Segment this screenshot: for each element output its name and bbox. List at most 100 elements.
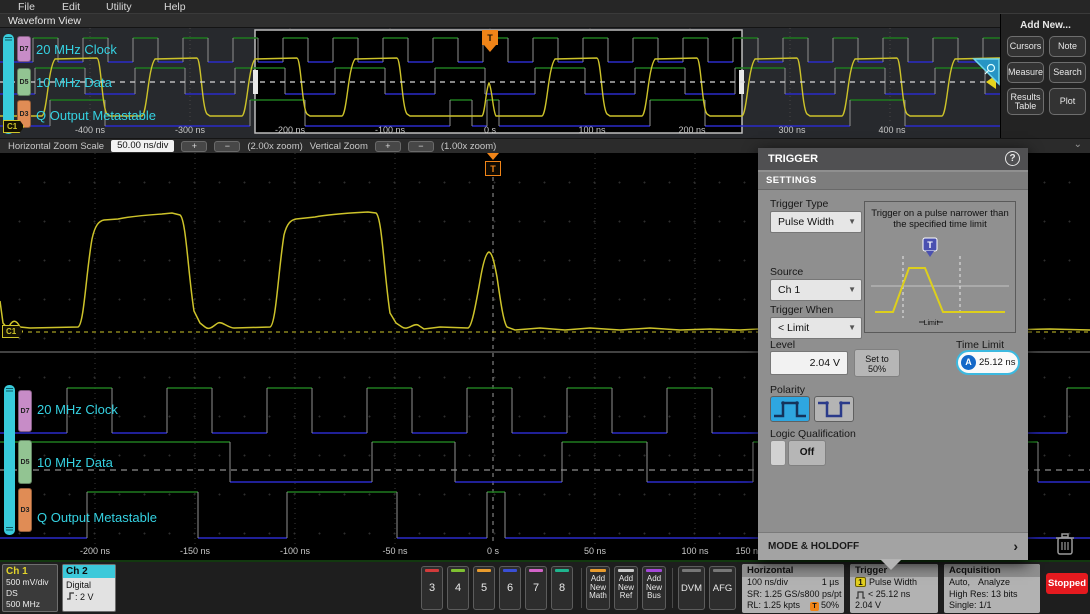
oscilloscope-app: File Edit Utility Help Waveform View D7 …: [0, 0, 1090, 614]
logic-toggle-handle[interactable]: [770, 440, 786, 466]
time-limit-input[interactable]: A 25.12 ns: [956, 350, 1020, 375]
mode-holdoff-bar[interactable]: MODE & HOLDOFF ›: [758, 532, 1028, 560]
afg-button[interactable]: AFG: [709, 566, 736, 610]
mv-tick: 50 ns: [583, 546, 607, 556]
level-input[interactable]: 2.04 V: [770, 351, 848, 375]
menu-bar: File Edit Utility Help: [0, 0, 1090, 14]
add-search-button[interactable]: Search: [1049, 62, 1086, 83]
h-zoom-factor: (2.00x zoom): [247, 140, 303, 152]
d3-badge-main[interactable]: D3: [18, 488, 32, 532]
add-plot-button[interactable]: Plot: [1049, 88, 1086, 115]
ov-tick: 200 ns: [678, 125, 706, 135]
menu-edit[interactable]: Edit: [62, 1, 80, 13]
trigger-source-badge: 1: [855, 577, 866, 587]
set-to-50-button[interactable]: Set to 50%: [854, 349, 900, 377]
ch1-scale: 500 mV/div: [6, 577, 49, 587]
d7-badge[interactable]: D7: [17, 36, 31, 62]
menu-file[interactable]: File: [18, 1, 35, 13]
time-limit-value: 25.12 ns: [979, 357, 1016, 368]
d5-badge-main[interactable]: D5: [18, 440, 32, 484]
collapse-chevron-icon[interactable]: ⌄: [1074, 139, 1082, 150]
view-tab-bar: Waveform View: [0, 14, 1000, 28]
status-bar: Ch 1 500 mV/div DS 500 MHz Ch 2 Digital …: [0, 562, 1090, 614]
channel-7-button[interactable]: 7: [525, 566, 547, 610]
add-new-title: Add New...: [1020, 20, 1071, 31]
trigger-status-panel[interactable]: Trigger 1 Pulse Width < 25.12 ns 2.04 V: [850, 564, 938, 613]
v-zoom-in-button[interactable]: +: [374, 140, 401, 152]
polarity-positive-button[interactable]: [770, 396, 810, 422]
logic-off-button[interactable]: Off: [788, 440, 826, 466]
h-zoom-label: Horizontal Zoom Scale: [8, 140, 105, 152]
main-trigger-flag[interactable]: T: [485, 161, 501, 176]
chevron-right-icon: ›: [1013, 538, 1018, 554]
horizontal-status-panel[interactable]: Horizontal 100 ns/div 1 µs SR: 1.25 GS/s 8…: [742, 564, 844, 613]
main-q-label: Q Output Metastable: [37, 510, 157, 525]
acquisition-status-panel[interactable]: Acquisition Auto, Analyze High Res: 13 bi…: [944, 564, 1040, 613]
main-trigger-pointer: [487, 153, 499, 160]
mv-tick: -50 ns: [382, 546, 408, 556]
digital-group-handle-main[interactable]: [4, 385, 15, 535]
ch1-badge[interactable]: Ch 1 500 mV/div DS 500 MHz: [2, 564, 58, 612]
ov-tick: -200 ns: [274, 125, 306, 135]
tab-waveform-view[interactable]: Waveform View: [8, 15, 81, 27]
d7-badge-main[interactable]: D7: [18, 390, 32, 432]
diagram-limit-label: Limit: [924, 320, 939, 327]
trigger-hint-text: Trigger on a pulse narrower than the spe…: [871, 208, 1009, 230]
digital-group-handle[interactable]: [3, 34, 14, 134]
channel-6-button[interactable]: 6: [499, 566, 521, 610]
ch1-ds: DS: [6, 588, 18, 598]
overview-trigger-flag[interactable]: T: [482, 30, 498, 45]
channel-5-button[interactable]: 5: [473, 566, 495, 610]
ch2-badge[interactable]: Ch 2 Digital : 2 V: [62, 564, 116, 612]
overview-data-label: 10 MHz Data: [36, 75, 112, 90]
add-note-button[interactable]: Note: [1049, 36, 1086, 57]
trigger-type-dropdown[interactable]: Pulse Width ▼: [770, 211, 862, 233]
chevron-down-icon: ▼: [848, 285, 856, 294]
channel-4-button[interactable]: 4: [447, 566, 469, 610]
trigger-panel-title[interactable]: TRIGGER: [758, 148, 1028, 170]
add-new-ref-button[interactable]: Add New Ref: [614, 566, 638, 610]
trigger-panel-callout-pointer: [880, 559, 902, 570]
d5-badge[interactable]: D5: [17, 68, 31, 96]
trigger-type-label: Trigger Type: [770, 198, 829, 210]
source-dropdown[interactable]: Ch 1 ▼: [770, 279, 862, 301]
add-new-bus-button[interactable]: Add New Bus: [642, 566, 666, 610]
add-cursors-button[interactable]: Cursors: [1007, 36, 1044, 57]
trigger-when-dropdown[interactable]: < Limit ▼: [770, 317, 862, 339]
v-zoom-label: Vertical Zoom: [309, 140, 368, 152]
help-icon[interactable]: ?: [1005, 151, 1020, 166]
source-label: Source: [770, 266, 804, 278]
stopped-button[interactable]: Stopped: [1046, 573, 1088, 594]
channel-3-button[interactable]: 3: [421, 566, 443, 610]
ov-tick: 100 ns: [578, 125, 606, 135]
add-measure-button[interactable]: Measure: [1007, 62, 1044, 83]
zoom-overview-icon[interactable]: [972, 58, 1000, 86]
logic-qualification-label: Logic Qualification: [770, 428, 856, 440]
tab-settings[interactable]: SETTINGS: [758, 172, 1028, 190]
menu-help[interactable]: Help: [164, 1, 186, 13]
source-value: Ch 1: [778, 284, 801, 296]
add-new-math-button[interactable]: Add New Math: [586, 566, 610, 610]
v-zoom-out-button[interactable]: −: [407, 140, 434, 152]
diagram-t-flag: T: [927, 240, 933, 250]
chevron-down-icon: ▼: [848, 217, 856, 226]
menu-utility[interactable]: Utility: [106, 1, 132, 13]
horizontal-position-icon: T: [809, 602, 819, 611]
h-zoom-out-button[interactable]: −: [214, 140, 241, 152]
channel-8-button[interactable]: 8: [551, 566, 573, 610]
overview-clock-label: 20 MHz Clock: [36, 42, 117, 57]
trash-icon[interactable]: [1052, 530, 1078, 558]
add-results-table-button[interactable]: Results Table: [1007, 88, 1044, 115]
polarity-label: Polarity: [770, 384, 806, 396]
overview-q-label: Q Output Metastable: [36, 108, 156, 123]
knob-a-icon: A: [961, 355, 976, 370]
ch1-title: Ch 1: [6, 566, 28, 577]
h-zoom-value[interactable]: 50.00 ns/div: [111, 140, 175, 152]
mode-holdoff-label: MODE & HOLDOFF: [768, 541, 860, 552]
h-zoom-in-button[interactable]: +: [181, 140, 208, 152]
dvm-button[interactable]: DVM: [678, 566, 705, 610]
polarity-negative-button[interactable]: [814, 396, 854, 422]
add-new-panel: Add New... Cursors Note Measure Search R…: [1000, 14, 1090, 138]
chevron-down-icon: ▼: [848, 323, 856, 332]
overview-trigger-flag-pointer: [484, 45, 496, 52]
